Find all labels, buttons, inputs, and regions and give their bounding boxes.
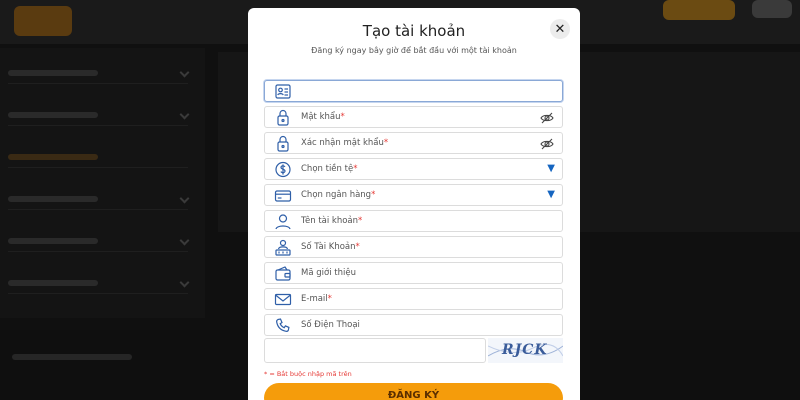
required-note: * = Bắt buộc nhập mã trên [264,370,352,378]
caret-down-icon: ▼ [547,163,555,174]
account-number-label: Số Tài Khoản* [301,242,360,252]
bank-label: Chọn ngân hàng* [301,190,376,200]
background-sidebar-item [8,188,190,210]
password-label: Mật khẩu* [301,112,345,122]
account-name-field[interactable]: Tên tài khoản* [264,210,563,232]
background-logo [14,6,72,36]
wallet-icon [275,266,291,281]
modal-subtitle: Đăng ký ngay bây giờ để bắt đầu với một … [311,46,517,55]
register-button[interactable]: ĐĂNG KÝ [264,383,563,400]
mail-icon [274,293,292,306]
background-sidebar [0,48,205,318]
captcha-input[interactable] [264,338,486,363]
phone-field[interactable]: Số Điện Thoại [264,314,563,336]
lock-icon [277,109,289,126]
phone-icon [276,318,290,332]
captcha-image[interactable]: RJCK [488,338,563,363]
background-sidebar-item [8,62,190,84]
phone-label: Số Điện Thoại [301,320,360,330]
username-field[interactable] [264,80,563,102]
lock-icon [277,135,289,152]
currency-label: Chọn tiền tệ* [301,164,358,174]
confirm-password-label: Xác nhận mật khẩu* [301,138,389,148]
id-card-icon [275,84,291,99]
bank-select[interactable]: Chọn ngân hàng* ▼ [264,184,563,206]
background-avatar [752,0,792,18]
background-sidebar-item [8,146,188,168]
email-field[interactable]: E-mail* [264,288,563,310]
close-icon: ✕ [554,21,566,37]
background-sidebar-item [8,230,190,252]
referral-code-field[interactable]: Mã giới thiệu [264,262,563,284]
eye-off-icon[interactable] [540,111,554,125]
account-name-label: Tên tài khoản* [301,216,363,226]
close-button[interactable]: ✕ [550,19,570,39]
referral-code-label: Mã giới thiệu [301,268,356,278]
account-number-field[interactable]: Số Tài Khoản* [264,236,563,258]
eye-off-icon[interactable] [540,137,554,151]
captcha-code: RJCK [502,342,548,358]
bank-user-icon [275,239,291,256]
background-header-button [663,0,735,20]
credit-card-icon [274,190,292,202]
confirm-password-field[interactable]: Xác nhận mật khẩu* [264,132,563,154]
currency-select[interactable]: Chọn tiền tệ* ▼ [264,158,563,180]
email-label: E-mail* [301,294,332,304]
register-modal: Tạo tài khoản Đăng ký ngay bây giờ để bắ… [248,8,580,400]
password-field[interactable]: Mật khẩu* [264,106,563,128]
modal-title: Tạo tài khoản [362,22,466,40]
user-icon [275,214,291,230]
background-sidebar-item [8,104,190,126]
caret-down-icon: ▼ [547,189,555,200]
background-sidebar-item [8,272,190,294]
dollar-circle-icon [275,161,291,178]
